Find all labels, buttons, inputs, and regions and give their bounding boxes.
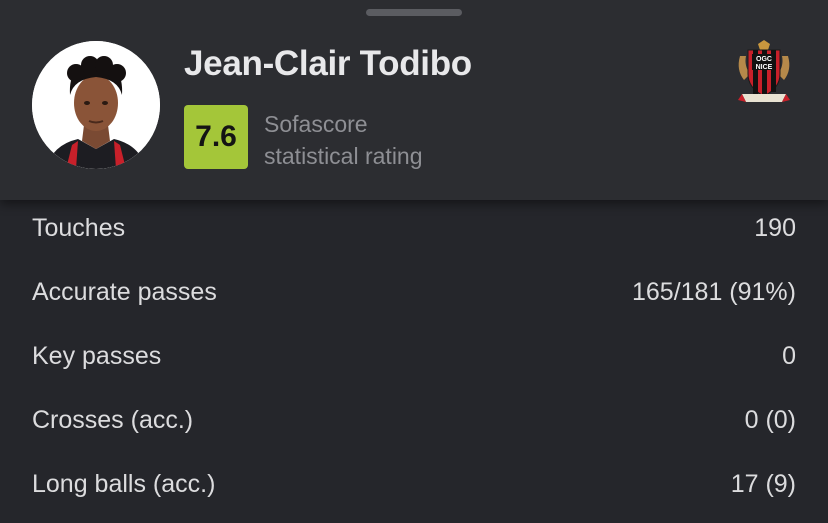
stat-value: 190	[754, 214, 796, 242]
club-crest-icon: OGC NICE	[738, 40, 790, 102]
stat-value: 0 (0)	[744, 406, 796, 434]
sheet-drag-handle[interactable]	[366, 9, 462, 16]
stat-row-crosses: Crosses (acc.) 0 (0)	[0, 392, 828, 456]
rating-caption-line2: statistical rating	[264, 143, 423, 169]
club-logo-text-bottom: NICE	[756, 64, 773, 71]
rating-caption: Sofascore statistical rating	[264, 108, 423, 172]
stat-value: 0	[782, 342, 796, 370]
club-logo-text-top: OGC	[756, 56, 772, 63]
stat-label: Long balls (acc.)	[32, 470, 216, 498]
stat-row-long-balls: Long balls (acc.) 17 (9)	[0, 456, 828, 520]
stat-row-key-passes: Key passes 0	[0, 328, 828, 392]
stat-value: 17 (9)	[730, 470, 796, 498]
stat-label: Touches	[32, 214, 126, 242]
rating-badge: 7.6	[184, 105, 248, 169]
club-logo[interactable]: OGC NICE	[736, 40, 792, 106]
stat-row-accurate-passes: Accurate passes 165/181 (91%)	[0, 264, 828, 328]
player-avatar	[32, 41, 160, 169]
player-stats-sheet: Jean-Clair Todibo 7.6 Sofascore statisti…	[0, 0, 828, 523]
stat-value: 165/181 (91%)	[631, 278, 796, 306]
player-header: Jean-Clair Todibo 7.6 Sofascore statisti…	[0, 0, 828, 200]
stat-row-touches: Touches 190	[0, 200, 828, 264]
player-portrait-icon	[32, 41, 160, 169]
rating-caption-line1: Sofascore	[264, 111, 368, 137]
stat-label: Key passes	[32, 342, 162, 370]
stat-label: Accurate passes	[32, 278, 217, 306]
player-name: Jean-Clair Todibo	[184, 44, 472, 83]
stat-label: Crosses (acc.)	[32, 406, 194, 434]
